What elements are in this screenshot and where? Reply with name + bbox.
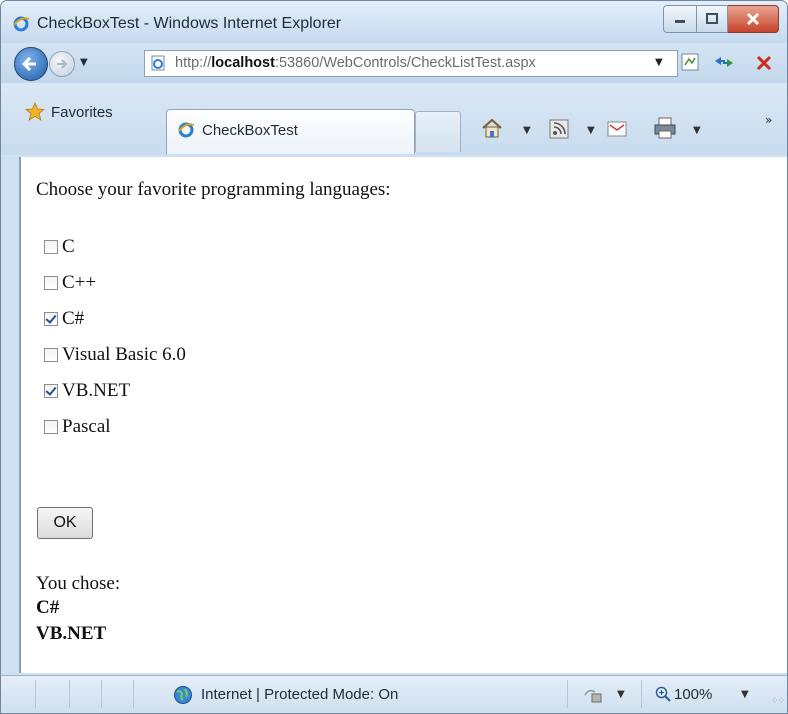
forward-arrow-icon (57, 59, 68, 69)
compatibility-view-icon[interactable] (681, 53, 699, 71)
status-divider (133, 680, 134, 708)
checkbox[interactable] (44, 348, 58, 362)
result-label: You chose: (36, 573, 121, 594)
checkbox[interactable] (44, 276, 58, 290)
maximize-button[interactable] (697, 5, 728, 33)
checkbox-option-csharp[interactable]: C# (44, 307, 84, 331)
result-item: VB.NET (36, 623, 107, 644)
recent-pages-dropdown-icon[interactable]: ▼ (80, 57, 88, 68)
title-bar: CheckBoxTest - Windows Internet Explorer (1, 1, 787, 43)
page-prompt: Choose your favorite programming languag… (36, 179, 391, 200)
window-controls (663, 5, 779, 33)
minimize-button[interactable] (663, 5, 697, 33)
protected-mode-lock-icon[interactable] (583, 686, 603, 704)
url-text[interactable]: http://localhost:53860/WebControls/Check… (175, 55, 536, 71)
checkbox-option-pascal[interactable]: Pascal (44, 415, 111, 439)
checkbox-option-vbnet[interactable]: VB.NET (44, 379, 130, 403)
checkbox-label[interactable]: C (62, 236, 75, 258)
status-bar: Internet | Protected Mode: On ▼ 100% ▼ ⁘… (1, 675, 787, 713)
tab-checkboxtest[interactable]: CheckBoxTest (166, 109, 415, 154)
feeds-dropdown-icon[interactable]: ▼ (587, 125, 595, 136)
zoom-level[interactable]: 100% (674, 686, 712, 703)
result-item: C# (36, 597, 60, 618)
forward-button[interactable] (49, 51, 75, 77)
ie-logo-icon (13, 16, 30, 32)
checkbox-label[interactable]: VB.NET (62, 380, 130, 402)
mail-icon[interactable] (607, 121, 627, 137)
checkbox-label[interactable]: Visual Basic 6.0 (62, 344, 186, 366)
minimize-icon (675, 20, 685, 23)
stop-icon[interactable] (753, 52, 775, 74)
refresh-icon[interactable] (713, 52, 735, 72)
checkbox-option-c[interactable]: C (44, 235, 75, 259)
home-dropdown-icon[interactable]: ▼ (523, 125, 531, 136)
checkbox-option-vb6[interactable]: Visual Basic 6.0 (44, 343, 186, 367)
checkbox-label[interactable]: Pascal (62, 416, 111, 438)
address-bar[interactable]: http://localhost:53860/WebControls/Check… (144, 50, 678, 77)
zoom-magnifier-icon[interactable] (655, 686, 671, 702)
status-divider (101, 680, 102, 708)
checkbox[interactable] (44, 420, 58, 434)
page-content: Choose your favorite programming languag… (19, 157, 787, 673)
browser-window: CheckBoxTest - Windows Internet Explorer… (0, 0, 788, 714)
ie-logo-icon (178, 122, 195, 138)
print-icon[interactable] (653, 117, 677, 139)
favorites-label: Favorites (51, 103, 113, 121)
checkbox-label[interactable]: C++ (62, 272, 96, 294)
internet-zone-globe-icon[interactable] (173, 685, 193, 705)
favorites-star-icon (25, 102, 45, 121)
status-divider (69, 680, 70, 708)
address-toolbar: ▼ http://localhost:53860/WebControls/Che… (1, 43, 787, 83)
favorites-button[interactable]: Favorites (25, 101, 113, 123)
resize-grip-icon[interactable]: ⁘⁘ (771, 696, 785, 706)
status-divider (35, 680, 36, 708)
favorites-and-tabs-bar: Favorites CheckBoxTest ▼ ▼ ▼ » (1, 83, 787, 155)
zoom-dropdown-icon[interactable]: ▼ (741, 689, 749, 700)
window-title: CheckBoxTest - Windows Internet Explorer (37, 15, 342, 32)
back-button[interactable] (14, 47, 48, 81)
security-zone-text[interactable]: Internet | Protected Mode: On (201, 686, 398, 703)
ok-button[interactable]: OK (37, 507, 93, 539)
print-dropdown-icon[interactable]: ▼ (693, 125, 701, 136)
feeds-icon[interactable] (549, 119, 569, 139)
status-divider (641, 680, 642, 708)
tab-label: CheckBoxTest (202, 122, 298, 139)
checkbox-checked[interactable] (44, 384, 58, 398)
maximize-icon (706, 13, 718, 24)
checkbox-label[interactable]: C# (62, 308, 84, 330)
security-dropdown-icon[interactable]: ▼ (617, 689, 625, 700)
checkbox-checked[interactable] (44, 312, 58, 326)
checkbox[interactable] (44, 240, 58, 254)
address-dropdown-icon[interactable]: ▼ (655, 57, 663, 68)
checkbox-option-cpp[interactable]: C++ (44, 271, 96, 295)
close-icon (746, 12, 760, 26)
page-icon (151, 55, 165, 71)
back-arrow-icon (21, 56, 36, 72)
new-tab-button[interactable] (415, 111, 461, 152)
close-button[interactable] (728, 5, 779, 33)
home-icon[interactable] (481, 117, 503, 139)
toolbar-overflow-chevron-icon[interactable]: » (765, 113, 772, 127)
status-divider (567, 680, 568, 708)
